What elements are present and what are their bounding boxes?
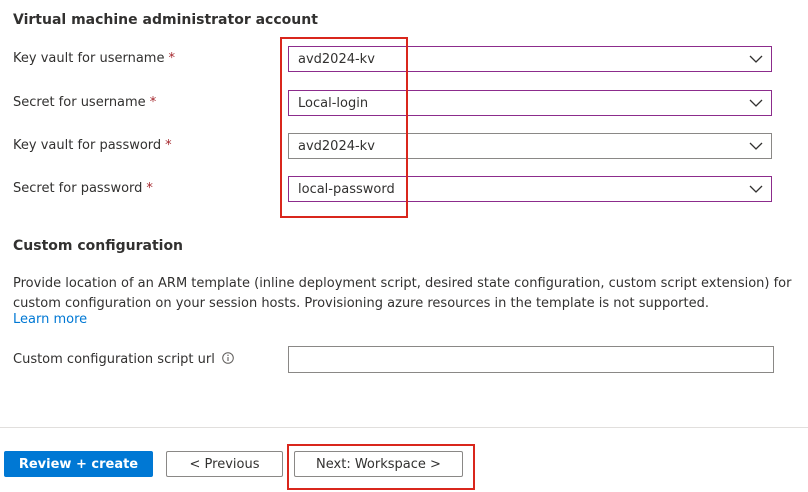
key-vault-username-dropdown[interactable]: avd2024-kv	[288, 46, 772, 72]
custom-config-description: Provide location of an ARM template (inl…	[13, 276, 792, 311]
field-label-text: Secret for password	[13, 181, 143, 196]
required-marker: *	[168, 51, 175, 66]
required-marker: *	[146, 181, 153, 196]
secret-password-dropdown[interactable]: local-password	[288, 176, 772, 202]
field-label-text: Key vault for username	[13, 51, 165, 66]
vm-admin-section-title: Virtual machine administrator account	[13, 12, 318, 28]
dropdown-value: avd2024-kv	[298, 52, 375, 67]
review-create-button[interactable]: Review + create	[4, 451, 153, 477]
info-icon[interactable]	[222, 352, 234, 364]
page: Virtual machine administrator account Ke…	[0, 0, 808, 492]
key-vault-password-dropdown[interactable]: avd2024-kv	[288, 133, 772, 159]
secret-username-label: Secret for username *	[13, 95, 156, 110]
dropdown-value: Local-login	[298, 96, 369, 111]
field-label-text: Custom configuration script url	[13, 352, 215, 367]
chevron-down-icon	[749, 185, 763, 193]
previous-button[interactable]: < Previous	[166, 451, 283, 477]
chevron-down-icon	[749, 55, 763, 63]
required-marker: *	[149, 95, 157, 110]
dropdown-value: avd2024-kv	[298, 139, 375, 154]
script-url-input[interactable]	[288, 346, 774, 373]
chevron-down-icon	[749, 142, 763, 150]
script-url-label: Custom configuration script url	[13, 352, 234, 367]
key-vault-password-label: Key vault for password *	[13, 138, 172, 153]
chevron-down-icon	[749, 99, 763, 107]
learn-more-link[interactable]: Learn more	[13, 312, 87, 327]
dropdown-value: local-password	[298, 182, 395, 197]
secret-password-label: Secret for password *	[13, 181, 153, 196]
secret-username-dropdown[interactable]: Local-login	[288, 90, 772, 116]
field-label-text: Secret for username	[13, 95, 146, 110]
next-workspace-button[interactable]: Next: Workspace >	[294, 451, 463, 477]
footer-divider	[0, 427, 808, 428]
required-marker: *	[165, 138, 172, 153]
field-label-text: Key vault for password	[13, 138, 162, 153]
custom-config-section-title: Custom configuration	[13, 238, 184, 254]
key-vault-username-label: Key vault for username *	[13, 51, 175, 66]
